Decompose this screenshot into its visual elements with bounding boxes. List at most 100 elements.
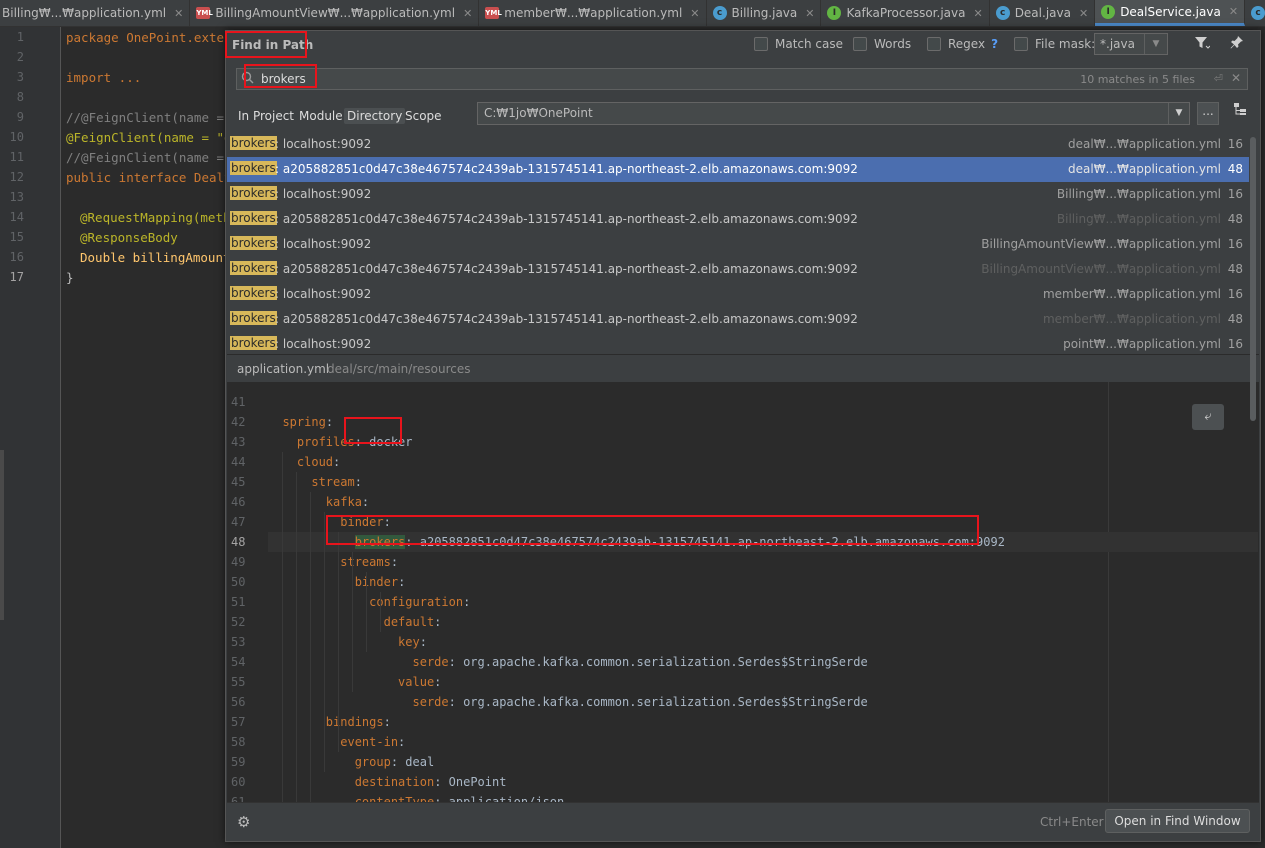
result-row[interactable]: brokers: localhost:9092 deal₩...₩applicat… bbox=[227, 132, 1249, 157]
yaml-key: serde bbox=[412, 695, 449, 709]
editor-tab[interactable]: YML member₩...₩application.yml ✕ bbox=[479, 0, 707, 26]
preview-code-line: default: bbox=[268, 612, 442, 632]
result-match: brokers bbox=[230, 236, 277, 250]
preview-code-line: cloud: bbox=[268, 452, 340, 472]
newline-icon[interactable]: ⏎ bbox=[1214, 72, 1223, 85]
result-file: Billing₩...₩application.yml bbox=[1056, 212, 1221, 226]
yaml-colon: : bbox=[390, 555, 399, 569]
editor-tab[interactable]: c Billing.java ✕ bbox=[707, 0, 822, 26]
pin-icon[interactable] bbox=[1230, 35, 1244, 53]
yaml-colon: : bbox=[354, 475, 362, 489]
file-mask-checkbox[interactable] bbox=[1014, 37, 1028, 51]
directory-input[interactable]: C:₩1jo₩OnePoint ▼ bbox=[477, 102, 1190, 125]
directory-tree-icon[interactable] bbox=[1229, 102, 1251, 125]
result-file: BillingAmountView₩...₩application.yml bbox=[981, 237, 1221, 251]
open-in-find-window-button[interactable]: Open in Find Window bbox=[1105, 809, 1250, 833]
match-case-checkbox[interactable] bbox=[754, 37, 768, 51]
editor-tab[interactable]: Billing₩...₩application.yml ✕ bbox=[0, 0, 191, 26]
file-mask-option[interactable]: File mask: bbox=[1014, 37, 1095, 51]
match-case-option[interactable]: Match case bbox=[754, 37, 843, 51]
result-row[interactable]: brokers: localhost:9092 point₩...₩applica… bbox=[227, 332, 1249, 354]
editor-tab[interactable]: c Deal.java ✕ bbox=[990, 0, 1096, 26]
result-line-number: 16 bbox=[1227, 187, 1243, 201]
preview-line-number: 42 bbox=[231, 415, 246, 429]
yaml-colon: : bbox=[390, 755, 399, 769]
search-input[interactable]: brokers 10 matches in 5 files ⏎ ✕ bbox=[236, 68, 1248, 90]
file-mask-label: File mask: bbox=[1035, 37, 1096, 51]
file-mask-value: *.java bbox=[1100, 37, 1135, 51]
yaml-key: cloud bbox=[296, 455, 334, 469]
indent-guide bbox=[296, 472, 297, 802]
yaml-key: destination bbox=[354, 775, 435, 789]
regex-option[interactable]: Regex ? bbox=[927, 37, 998, 51]
side-strip bbox=[0, 450, 4, 620]
code-line: //@FeignClient(name = " bbox=[66, 110, 240, 125]
editor-tab[interactable]: I KafkaProcessor.java ✕ bbox=[821, 0, 990, 26]
yaml-colon: : bbox=[333, 455, 341, 469]
close-icon[interactable]: ✕ bbox=[463, 7, 472, 20]
preview-line-number: 46 bbox=[231, 495, 246, 509]
close-icon[interactable]: ✕ bbox=[805, 7, 814, 20]
result-line-number: 48 bbox=[1227, 262, 1243, 276]
preview-scrollbar[interactable] bbox=[1250, 291, 1256, 421]
yaml-colon: : bbox=[434, 615, 442, 629]
result-match: brokers bbox=[230, 186, 277, 200]
words-checkbox[interactable] bbox=[853, 37, 867, 51]
yml-icon: YML bbox=[196, 7, 213, 19]
result-row[interactable]: brokers: localhost:9092 member₩...₩applic… bbox=[227, 282, 1249, 307]
close-icon[interactable]: ✕ bbox=[1079, 7, 1088, 20]
soft-wrap-icon[interactable]: ⤶ bbox=[1192, 404, 1224, 430]
close-icon[interactable]: ✕ bbox=[1229, 5, 1238, 18]
result-row[interactable]: brokers: a205882851c0d47c38e467574c2439a… bbox=[227, 257, 1249, 282]
scope-directory[interactable]: Directory bbox=[344, 108, 406, 124]
line-number: 11 bbox=[9, 150, 24, 164]
preview-editor[interactable]: 41 42 43 44 45 46 47 48 49 50 51 52 53 54 55 56 57 58 59 60… bbox=[227, 382, 1259, 802]
close-icon[interactable]: ✕ bbox=[690, 7, 699, 20]
yaml-colon: : bbox=[419, 635, 427, 649]
result-line-number: 16 bbox=[1227, 337, 1243, 351]
highlight-box-profile bbox=[344, 417, 402, 444]
code-line: @FeignClient(name = "de bbox=[66, 130, 240, 145]
line-number: 8 bbox=[16, 90, 24, 104]
preview-code-line: group: deal bbox=[268, 752, 434, 772]
match-count: 10 matches in 5 files bbox=[1080, 73, 1195, 86]
filter-icon[interactable] bbox=[1194, 36, 1211, 54]
editor-tab[interactable]: I DealService.java ✕ bbox=[1095, 0, 1246, 26]
result-text: : localhost:9092 bbox=[275, 137, 372, 151]
line-number: 2 bbox=[16, 50, 24, 64]
words-option[interactable]: Words bbox=[853, 37, 911, 51]
scope-module[interactable]: Module bbox=[296, 108, 346, 124]
code-line: public interface DealSe bbox=[66, 170, 240, 185]
regex-checkbox[interactable] bbox=[927, 37, 941, 51]
gear-icon[interactable]: ⚙ bbox=[237, 813, 250, 831]
result-file: member₩...₩application.yml bbox=[1042, 287, 1221, 301]
code-line: package OnePoint.extern bbox=[66, 30, 240, 45]
code-line: @RequestMapping(metho bbox=[80, 210, 239, 225]
close-icon[interactable]: ✕ bbox=[973, 7, 982, 20]
file-mask-input[interactable]: *.java ▼ bbox=[1094, 33, 1168, 55]
result-line-number: 16 bbox=[1227, 287, 1243, 301]
editor-tab[interactable]: YML BillingAmountView₩...₩application.yml… bbox=[190, 0, 480, 26]
result-row[interactable]: brokers: localhost:9092 BillingAmountView… bbox=[227, 232, 1249, 257]
preview-code-line: event-in: bbox=[268, 732, 405, 752]
browse-button[interactable]: ... bbox=[1197, 102, 1219, 125]
close-icon[interactable]: ✕ bbox=[174, 7, 183, 20]
chevron-down-icon[interactable]: ▼ bbox=[1168, 103, 1189, 124]
close-icon[interactable]: ✕ bbox=[1231, 71, 1241, 85]
result-row[interactable]: brokers: localhost:9092 Billing₩...₩appli… bbox=[227, 182, 1249, 207]
yaml-key: key bbox=[398, 635, 420, 649]
result-file: member₩...₩application.yml bbox=[1042, 312, 1221, 326]
result-file: Billing₩...₩application.yml bbox=[1056, 187, 1221, 201]
result-row[interactable]: brokers: a205882851c0d47c38e467574c2439a… bbox=[227, 157, 1249, 182]
result-match: brokers bbox=[230, 286, 277, 300]
preview-line-number: 57 bbox=[231, 715, 246, 729]
scope-in-project[interactable]: In Project bbox=[235, 108, 297, 124]
editor-tab[interactable]: cDealController.java✕ bbox=[1245, 0, 1265, 26]
chevron-down-icon[interactable]: ▼ bbox=[1144, 34, 1167, 54]
results-list[interactable]: brokers: localhost:9092 deal₩...₩applicat… bbox=[227, 132, 1249, 354]
yaml-key: kafka bbox=[325, 495, 362, 509]
scope-scope[interactable]: Scope bbox=[402, 108, 445, 124]
result-row[interactable]: brokers: a205882851c0d47c38e467574c2439a… bbox=[227, 207, 1249, 232]
result-row[interactable]: brokers: a205882851c0d47c38e467574c2439a… bbox=[227, 307, 1249, 332]
regex-help-link[interactable]: ? bbox=[991, 37, 998, 51]
